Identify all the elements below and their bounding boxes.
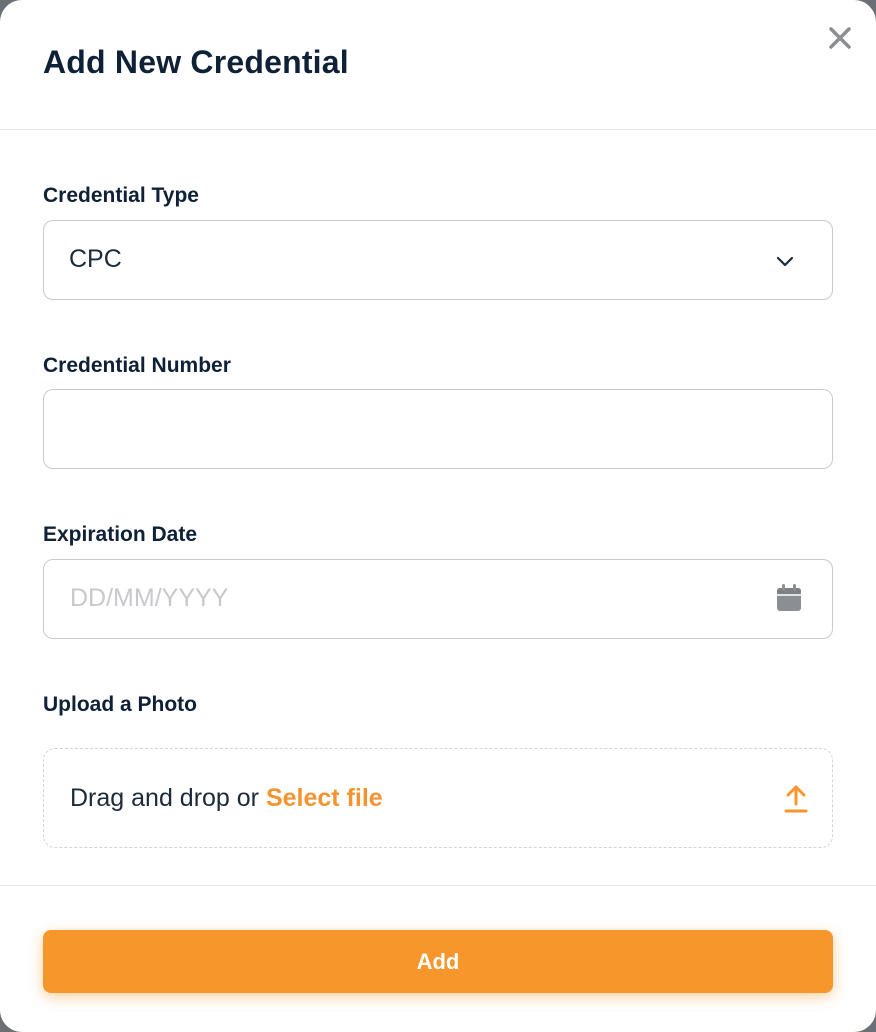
footer-divider xyxy=(0,885,876,886)
dropzone-prompt: Drag and drop or xyxy=(70,784,266,812)
credential-type-label: Credential Type xyxy=(43,184,199,207)
select-file-link[interactable]: Select file xyxy=(266,784,383,812)
expiration-date-placeholder: DD/MM/YYYY xyxy=(70,584,229,612)
credential-number-field xyxy=(43,389,833,469)
expiration-date-label: Expiration Date xyxy=(43,523,198,546)
add-button[interactable]: Add xyxy=(43,930,833,993)
credential-type-value: CPC xyxy=(69,245,122,273)
expiration-date-field[interactable]: DD/MM/YYYY xyxy=(43,559,833,639)
chevron-down-icon xyxy=(776,256,794,267)
close-button[interactable] xyxy=(826,24,854,52)
dropzone-text: Drag and drop or Select file xyxy=(70,784,383,813)
credential-number-label: Credential Number xyxy=(43,354,231,377)
credential-number-input[interactable] xyxy=(44,390,832,468)
close-icon xyxy=(829,27,851,49)
upload-photo-label: Upload a Photo xyxy=(43,693,197,716)
modal-header: Add New Credential xyxy=(0,0,876,130)
add-credential-modal: Add New Credential Credential Type CPC C… xyxy=(0,0,876,1032)
photo-dropzone[interactable]: Drag and drop or Select file xyxy=(43,748,833,848)
upload-icon[interactable] xyxy=(783,784,809,814)
calendar-icon[interactable] xyxy=(776,584,802,612)
credential-type-select[interactable]: CPC xyxy=(43,220,833,300)
modal-title: Add New Credential xyxy=(43,44,349,80)
